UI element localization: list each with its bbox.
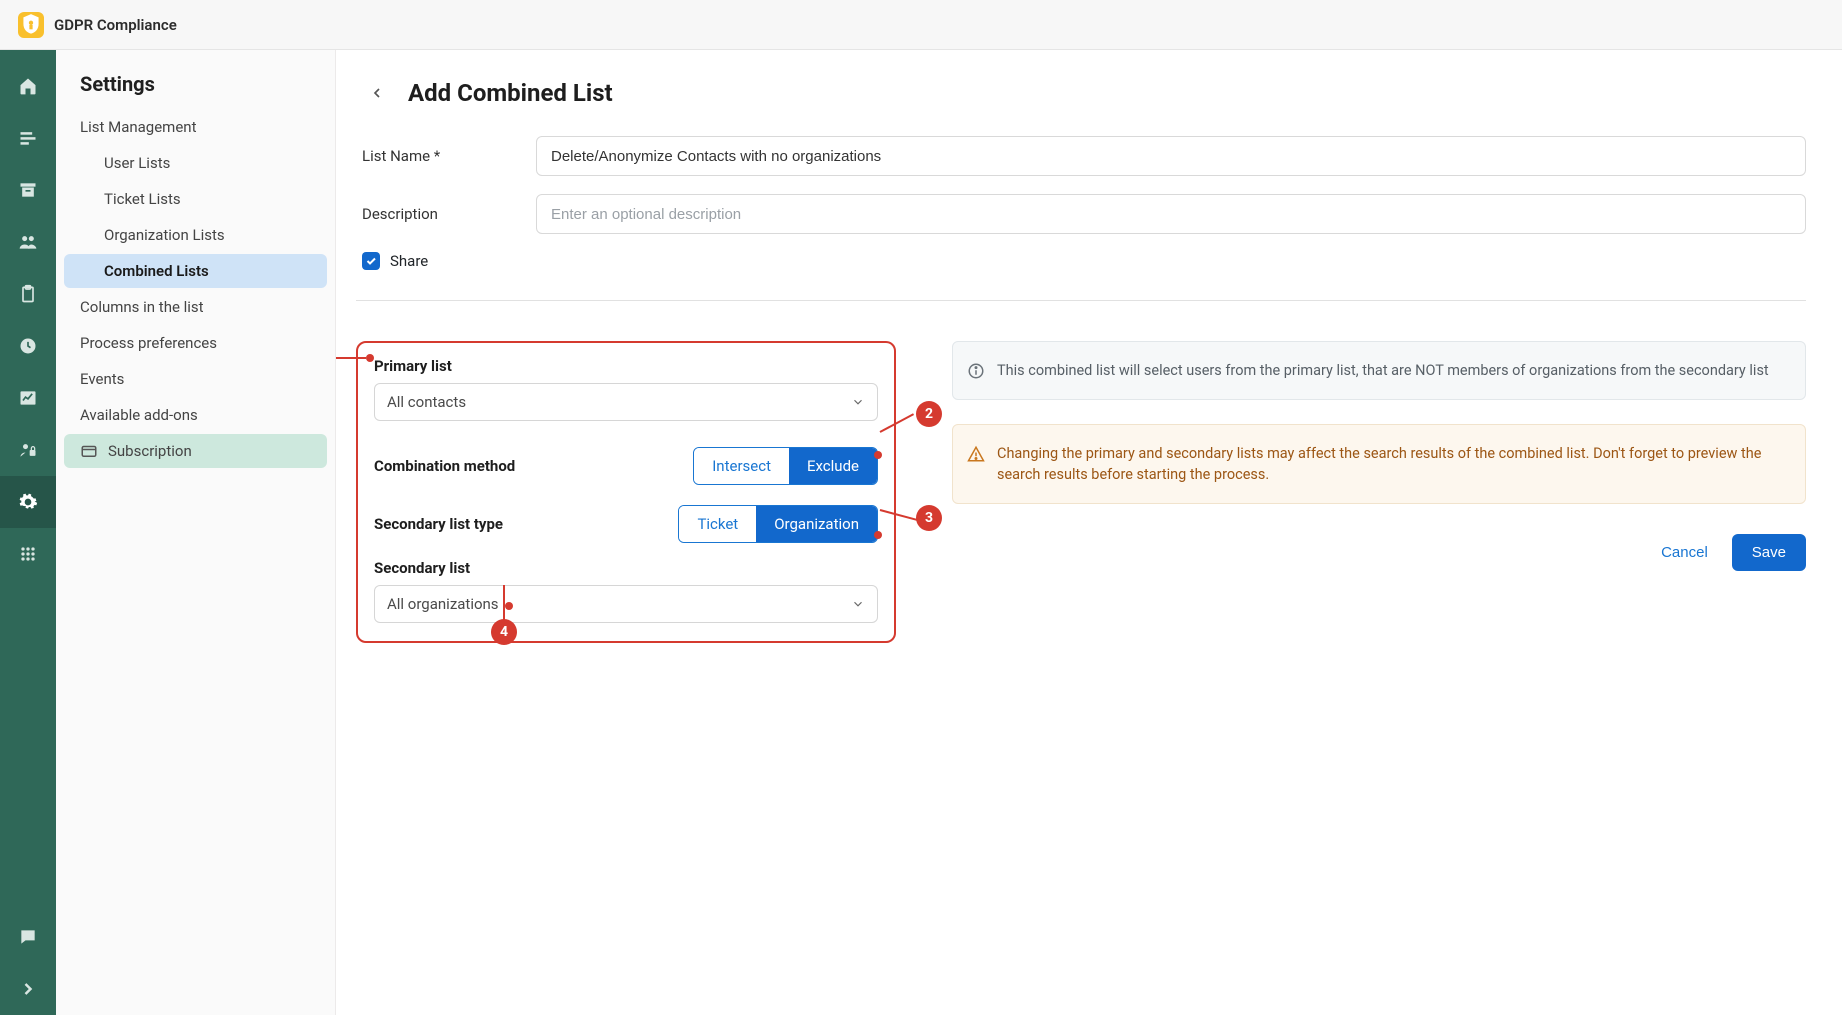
clock-icon xyxy=(18,336,38,356)
back-button[interactable] xyxy=(362,78,392,108)
divider xyxy=(356,300,1806,301)
nav-organization-lists[interactable]: Organization Lists xyxy=(64,218,327,252)
nav-label: Process preferences xyxy=(80,334,217,352)
secondary-list-value: All organizations xyxy=(387,595,499,613)
settings-sidebar: Settings List Management User Lists Tick… xyxy=(56,50,336,1015)
nav-label: Events xyxy=(80,370,124,388)
nav-process-prefs[interactable]: Process preferences xyxy=(64,326,327,360)
secondary-type-organization[interactable]: Organization xyxy=(756,506,877,542)
secondary-type-ticket[interactable]: Ticket xyxy=(679,506,756,542)
nav-ticket-lists[interactable]: Ticket Lists xyxy=(64,182,327,216)
card-icon xyxy=(80,442,98,460)
nav-list-management[interactable]: List Management xyxy=(64,110,327,144)
sidebar-title: Settings xyxy=(64,72,327,96)
list-name-label: List Name * xyxy=(356,147,536,165)
combination-method-toggle: Intersect Exclude xyxy=(693,447,878,485)
description-input[interactable] xyxy=(536,194,1806,234)
info-box: This combined list will select users fro… xyxy=(952,341,1806,400)
nav-label: Available add-ons xyxy=(80,406,198,424)
page-title: Add Combined List xyxy=(408,79,613,107)
rail-archive[interactable] xyxy=(0,164,56,216)
nav-rail xyxy=(0,50,56,1015)
share-checkbox[interactable] xyxy=(362,252,380,270)
chevron-left-icon xyxy=(369,85,385,101)
nav-label: Combined Lists xyxy=(104,262,209,280)
warning-box: Changing the primary and secondary lists… xyxy=(952,424,1806,504)
apps-icon xyxy=(18,544,38,564)
rail-home[interactable] xyxy=(0,60,56,112)
share-label: Share xyxy=(390,252,428,270)
callout-1-line xyxy=(336,357,366,359)
save-button[interactable]: Save xyxy=(1732,534,1806,571)
callout-2: 2 xyxy=(916,401,942,427)
nav-user-lists[interactable]: User Lists xyxy=(64,146,327,180)
chart-icon xyxy=(18,388,38,408)
rail-queue[interactable] xyxy=(0,112,56,164)
gear-icon xyxy=(18,492,38,512)
combination-method-label: Combination method xyxy=(374,457,515,475)
nav-addons[interactable]: Available add-ons xyxy=(64,398,327,432)
cancel-button[interactable]: Cancel xyxy=(1661,544,1708,561)
list-icon xyxy=(18,128,38,148)
app-name: GDPR Compliance xyxy=(54,16,177,34)
users-icon xyxy=(18,232,38,252)
nav-label: List Management xyxy=(80,118,196,136)
primary-list-value: All contacts xyxy=(387,393,466,411)
nav-label: Columns in the list xyxy=(80,298,204,316)
list-name-input[interactable] xyxy=(536,136,1806,176)
rail-settings[interactable] xyxy=(0,476,56,528)
secondary-type-toggle: Ticket Organization xyxy=(678,505,878,543)
rail-users[interactable] xyxy=(0,216,56,268)
callout-2-dot xyxy=(874,451,882,459)
rail-apps[interactable] xyxy=(0,528,56,580)
check-icon xyxy=(365,255,377,267)
callout-4: 4 xyxy=(491,619,517,645)
chevron-down-icon xyxy=(851,597,865,611)
nav-subscription[interactable]: Subscription xyxy=(64,434,327,468)
rail-feedback[interactable] xyxy=(0,911,56,963)
rail-lock[interactable] xyxy=(0,424,56,476)
chevron-down-icon xyxy=(851,395,865,409)
description-label: Description xyxy=(356,205,536,223)
chat-icon xyxy=(18,927,38,947)
brand-icon xyxy=(18,12,44,38)
secondary-list-dropdown[interactable]: All organizations xyxy=(374,585,878,623)
callout-4-dot xyxy=(505,602,513,610)
callout-3: 3 xyxy=(916,505,942,531)
primary-list-dropdown[interactable]: All contacts xyxy=(374,383,878,421)
nav-combined-lists[interactable]: Combined Lists xyxy=(64,254,327,288)
rail-analytics[interactable] xyxy=(0,372,56,424)
secondary-list-label: Secondary list xyxy=(374,559,878,577)
config-panel: Primary list All contacts Combination me… xyxy=(356,341,896,643)
nav-label: Organization Lists xyxy=(104,226,225,244)
rail-collapse[interactable] xyxy=(0,963,56,1015)
nav-label: User Lists xyxy=(104,154,170,172)
nav-label: Ticket Lists xyxy=(104,190,181,208)
rail-history[interactable] xyxy=(0,320,56,372)
combination-intersect[interactable]: Intersect xyxy=(694,448,789,484)
primary-list-label: Primary list xyxy=(374,357,878,375)
archive-icon xyxy=(18,180,38,200)
callout-3-dot xyxy=(874,531,882,539)
secondary-type-label: Secondary list type xyxy=(374,515,503,533)
chevron-right-icon xyxy=(18,979,38,999)
rail-clipboard[interactable] xyxy=(0,268,56,320)
warning-icon xyxy=(967,445,985,463)
info-text: This combined list will select users fro… xyxy=(997,360,1769,381)
info-icon xyxy=(967,362,985,380)
nav-label: Subscription xyxy=(108,442,192,460)
user-lock-icon xyxy=(18,440,38,460)
nav-events[interactable]: Events xyxy=(64,362,327,396)
clipboard-icon xyxy=(18,284,38,304)
home-icon xyxy=(18,76,38,96)
topbar: GDPR Compliance xyxy=(0,0,1842,50)
callout-1-dot xyxy=(366,354,374,362)
combination-exclude[interactable]: Exclude xyxy=(789,448,877,484)
nav-columns[interactable]: Columns in the list xyxy=(64,290,327,324)
main-content: Add Combined List List Name * Descriptio… xyxy=(336,50,1842,1015)
warning-text: Changing the primary and secondary lists… xyxy=(997,443,1787,485)
